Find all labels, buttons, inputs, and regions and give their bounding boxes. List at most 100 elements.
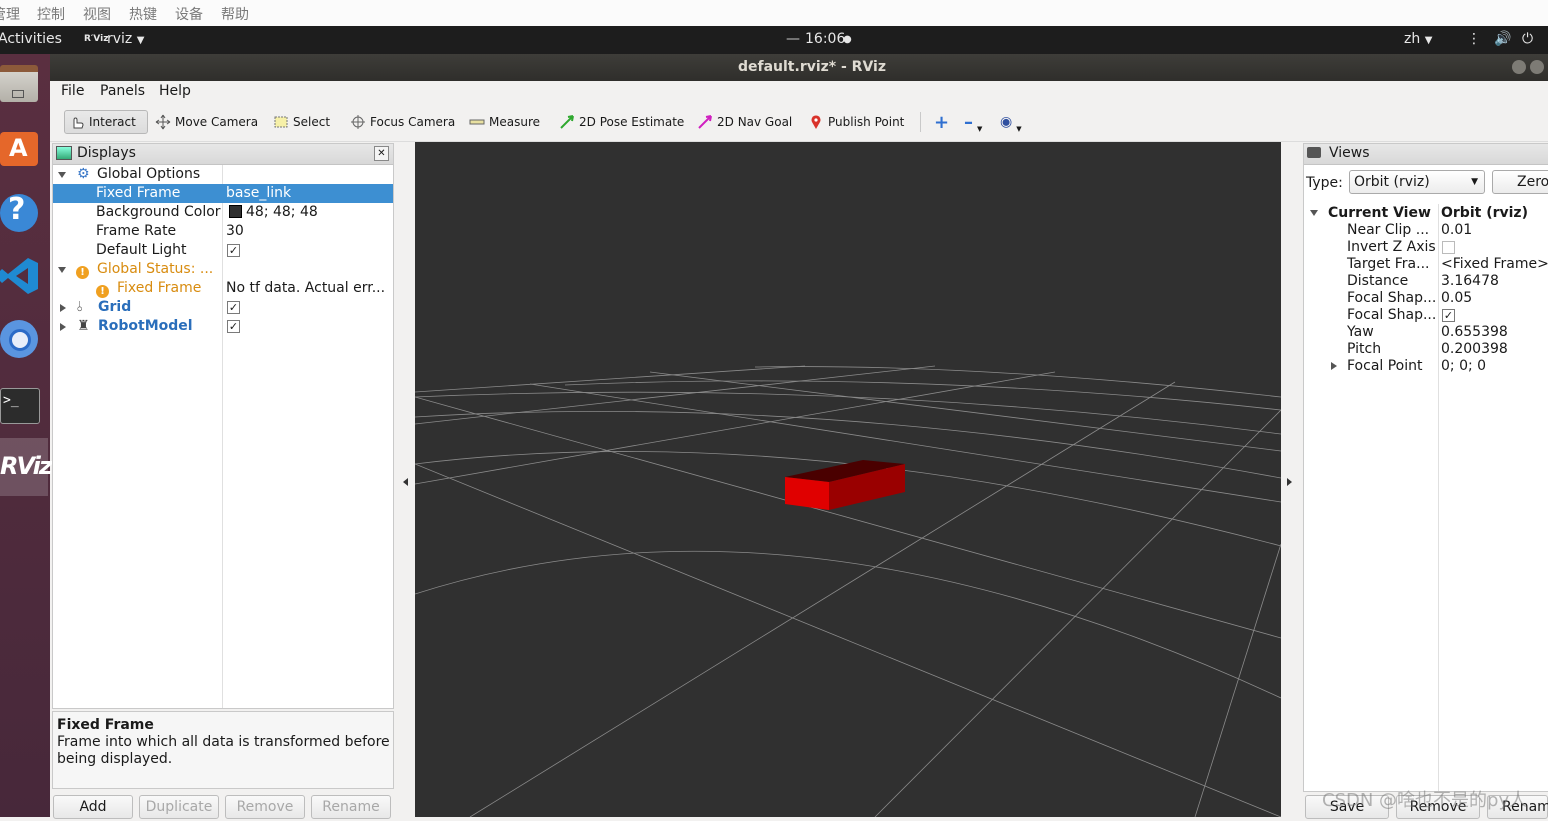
- host-menu-help[interactable]: 帮助: [221, 4, 249, 24]
- host-menu-hotkey[interactable]: 热键: [129, 4, 157, 24]
- host-menu-view[interactable]: 视图: [83, 4, 111, 24]
- remove-display-button[interactable]: Remove: [225, 795, 305, 819]
- expand-arrow-icon[interactable]: [58, 172, 66, 178]
- views-header: Views: [1304, 144, 1548, 165]
- view-prop-label: Invert Z Axis: [1347, 239, 1436, 255]
- volume-icon[interactable]: 🔊: [1494, 31, 1511, 47]
- warning-icon: !: [76, 266, 89, 279]
- nav-goal-tool[interactable]: 2D Nav Goal: [693, 110, 796, 134]
- host-menu-control[interactable]: 控制: [37, 4, 65, 24]
- add-tool-button[interactable]: +: [930, 110, 953, 134]
- grid-checkbox[interactable]: ✓: [227, 300, 240, 314]
- collapse-right-icon[interactable]: [1287, 478, 1292, 486]
- chromium-icon[interactable]: [0, 318, 40, 362]
- files-icon[interactable]: [0, 62, 40, 106]
- view-prop-label: Focal Point: [1347, 358, 1423, 374]
- rviz-launcher-icon[interactable]: RViz: [0, 438, 53, 496]
- fixed-frame-row[interactable]: Fixed Frame base_link: [53, 184, 393, 203]
- tool-properties-button[interactable]: ◉ ▼: [996, 110, 1026, 134]
- invert-z-checkbox[interactable]: [1442, 240, 1455, 254]
- pose-estimate-tool[interactable]: 2D Pose Estimate: [555, 110, 688, 134]
- grid-display-row[interactable]: ⫰ Grid ✓: [53, 298, 393, 317]
- input-method-button[interactable]: zh ▼: [1404, 31, 1432, 47]
- terminal-icon[interactable]: >_: [0, 384, 40, 428]
- interact-tool[interactable]: Interact: [64, 110, 148, 134]
- view-prop-value[interactable]: 0.200398: [1441, 341, 1508, 358]
- view-prop-row[interactable]: Near Clip ... 0.01: [1304, 222, 1548, 239]
- menu-file[interactable]: File: [61, 83, 84, 99]
- view-prop-row[interactable]: Focal Shap... ✓: [1304, 307, 1548, 324]
- view-prop-value[interactable]: 0.05: [1441, 290, 1472, 307]
- monitor-icon: [56, 146, 72, 160]
- view-prop-row[interactable]: Invert Z Axis: [1304, 239, 1548, 256]
- focal-shape-checkbox[interactable]: ✓: [1442, 308, 1455, 322]
- view-prop-row[interactable]: Focal Shap... 0.05: [1304, 290, 1548, 307]
- measure-tool[interactable]: Measure: [465, 110, 544, 134]
- default-light-row[interactable]: Default Light ✓: [53, 241, 393, 260]
- power-icon[interactable]: ⏻: [1522, 31, 1533, 47]
- hand-pointer-icon: [69, 114, 85, 130]
- description-line-2: being displayed.: [57, 751, 173, 767]
- app-menu-button[interactable]: rviz ▼: [107, 31, 144, 47]
- view-prop-row[interactable]: Target Fra... <Fixed Frame>: [1304, 256, 1548, 273]
- current-view-row[interactable]: Current View Orbit (rviz): [1304, 205, 1548, 222]
- collapse-left-icon[interactable]: [403, 478, 408, 486]
- robot-model-checkbox[interactable]: ✓: [227, 319, 240, 333]
- select-label: Select: [293, 115, 331, 129]
- fixed-frame-value[interactable]: base_link: [226, 184, 291, 203]
- menu-panels[interactable]: Panels: [100, 83, 145, 99]
- view-type-select[interactable]: Orbit (rviz) ▼: [1349, 170, 1485, 194]
- help-icon[interactable]: ?: [0, 192, 40, 236]
- view-prop-value[interactable]: <Fixed Frame>: [1441, 256, 1548, 273]
- frame-rate-row[interactable]: Frame Rate 30: [53, 222, 393, 241]
- network-icon[interactable]: ⋮: [1467, 31, 1481, 47]
- rename-display-button[interactable]: Rename: [311, 795, 391, 819]
- expand-arrow-icon[interactable]: [60, 304, 66, 312]
- robot-model-row[interactable]: ♜ RobotModel ✓: [53, 317, 393, 336]
- status-fixed-frame-row[interactable]: ! Fixed Frame No tf data. Actual err...: [53, 279, 393, 298]
- host-menu-devices[interactable]: 设备: [175, 4, 203, 24]
- software-center-icon[interactable]: A: [0, 126, 40, 170]
- maximize-icon[interactable]: [1530, 60, 1544, 74]
- remove-tool-button[interactable]: – ▼: [960, 110, 986, 134]
- view-prop-value[interactable]: 3.16478: [1441, 273, 1499, 290]
- duplicate-display-button[interactable]: Duplicate: [139, 795, 219, 819]
- view-prop-label: Pitch: [1347, 341, 1382, 357]
- focus-camera-tool[interactable]: Focus Camera: [346, 110, 459, 134]
- host-menu-manage[interactable]: 管理: [0, 4, 20, 24]
- current-view-label: Current View: [1328, 205, 1431, 221]
- publish-point-tool[interactable]: Publish Point: [804, 110, 908, 134]
- frame-rate-value[interactable]: 30: [226, 222, 244, 241]
- move-camera-tool[interactable]: Move Camera: [151, 110, 262, 134]
- view-prop-value[interactable]: 0; 0; 0: [1441, 358, 1486, 375]
- background-color-row[interactable]: Background Color 48; 48; 48: [53, 203, 393, 222]
- minimize-icon[interactable]: [1512, 60, 1526, 74]
- global-status-row[interactable]: ! Global Status: ...: [53, 260, 393, 279]
- grid-icon: ⫰: [77, 299, 84, 315]
- select-box-icon: [273, 114, 289, 130]
- activities-button[interactable]: Activities: [0, 31, 62, 47]
- view-prop-row[interactable]: Focal Point 0; 0; 0: [1304, 358, 1548, 375]
- global-options-row[interactable]: ⚙ Global Options: [53, 165, 393, 184]
- view-prop-value[interactable]: 0.655398: [1441, 324, 1508, 341]
- expand-arrow-icon[interactable]: [60, 323, 66, 331]
- menu-help[interactable]: Help: [159, 83, 191, 99]
- view-prop-label: Target Fra...: [1347, 256, 1430, 272]
- view-prop-row[interactable]: Yaw 0.655398: [1304, 324, 1548, 341]
- view-prop-row[interactable]: Pitch 0.200398: [1304, 341, 1548, 358]
- default-light-checkbox[interactable]: ✓: [227, 243, 240, 257]
- zero-button[interactable]: Zero: [1492, 170, 1548, 194]
- add-display-button[interactable]: Add: [53, 795, 133, 819]
- expand-arrow-icon[interactable]: [1331, 362, 1337, 370]
- select-tool[interactable]: Select: [269, 110, 334, 134]
- view-prop-row[interactable]: Distance 3.16478: [1304, 273, 1548, 290]
- expand-arrow-icon[interactable]: [58, 267, 66, 273]
- vscode-icon[interactable]: [0, 254, 40, 298]
- dropdown-arrow-icon: ▼: [1016, 125, 1022, 133]
- render-3d-view[interactable]: [414, 142, 1282, 818]
- close-icon[interactable]: ✕: [374, 146, 389, 161]
- view-prop-value[interactable]: 0.01: [1441, 222, 1472, 239]
- clock[interactable]: 16:06: [805, 31, 845, 47]
- background-color-value-cell[interactable]: 48; 48; 48: [226, 203, 318, 222]
- expand-arrow-icon[interactable]: [1310, 210, 1318, 216]
